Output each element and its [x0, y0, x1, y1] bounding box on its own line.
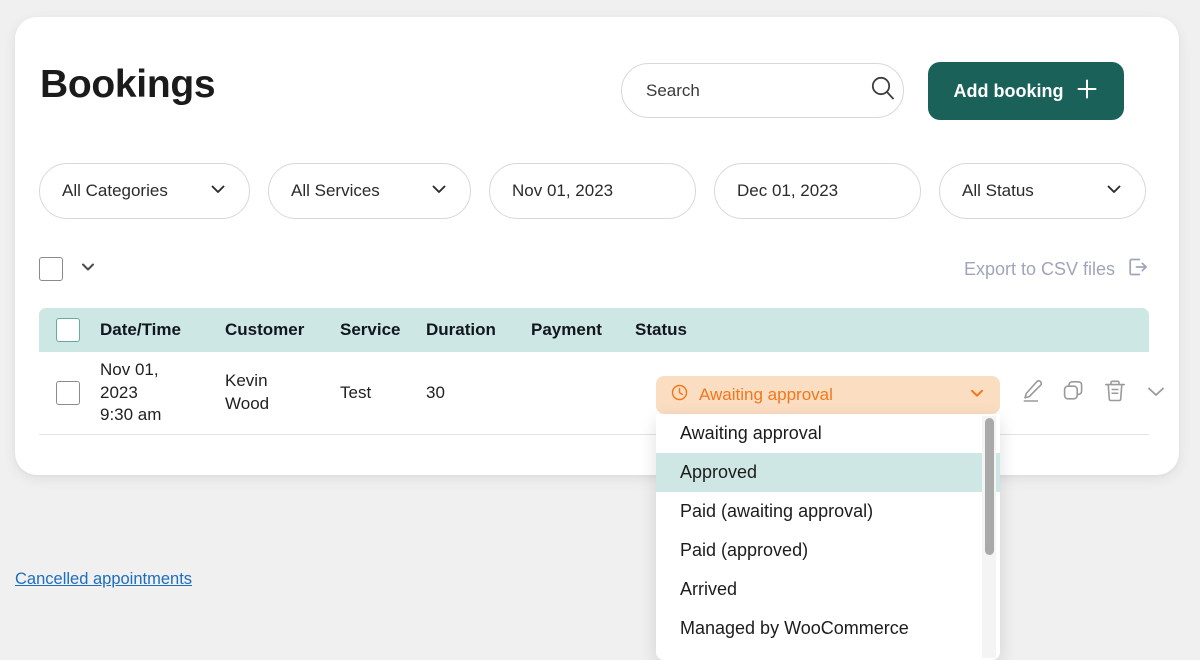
- chevron-down-icon: [209, 180, 227, 203]
- bulk-action-bar: Export to CSV files: [39, 248, 1149, 290]
- filter-bar: All Categories All Services Nov 01, 2023…: [39, 163, 1149, 219]
- cell-service: Test: [340, 382, 372, 402]
- filter-all-services[interactable]: All Services: [268, 163, 471, 219]
- cell-date-line-3: 9:30 am: [100, 405, 162, 425]
- export-to-csv-button[interactable]: Export to CSV files: [964, 256, 1149, 283]
- filter-all-status[interactable]: All Status: [939, 163, 1146, 219]
- column-header-duration[interactable]: Duration: [426, 320, 531, 340]
- duplicate-icon[interactable]: [1061, 378, 1087, 409]
- cell-date-time: Nov 01, 2023 9:30 am: [100, 359, 225, 427]
- dropdown-scrollbar-thumb[interactable]: [985, 418, 994, 555]
- select-all-rows-checkbox[interactable]: [56, 318, 80, 342]
- cell-customer-last-name: Wood: [225, 394, 270, 413]
- filter-all-services-label: All Services: [291, 181, 380, 200]
- row-actions: [1020, 378, 1169, 409]
- status-option-approved[interactable]: Approved: [656, 453, 1000, 492]
- search-icon: [869, 74, 897, 107]
- status-option-arrived[interactable]: Arrived: [656, 570, 1000, 609]
- plus-icon: [1076, 78, 1098, 105]
- cell-duration: 30: [426, 382, 445, 402]
- cell-date-line-1: Nov 01,: [100, 360, 159, 380]
- filter-all-status-label: All Status: [962, 181, 1034, 200]
- table-header-checkbox-cell: [39, 318, 100, 342]
- search-box[interactable]: [621, 63, 904, 118]
- chevron-down-icon: [430, 180, 448, 203]
- status-option-paid-approved[interactable]: Paid (approved): [656, 531, 1000, 570]
- export-icon: [1127, 256, 1149, 283]
- filter-all-categories[interactable]: All Categories: [39, 163, 250, 219]
- add-booking-button[interactable]: Add booking: [928, 62, 1124, 120]
- chevron-down-icon: [968, 384, 986, 407]
- bulk-select-all-checkbox[interactable]: [39, 257, 63, 281]
- cell-customer: Kevin Wood: [225, 370, 340, 415]
- edit-icon[interactable]: [1020, 378, 1046, 409]
- column-header-date-time[interactable]: Date/Time: [100, 320, 225, 340]
- clock-icon: [671, 384, 688, 406]
- column-header-customer[interactable]: Customer: [225, 320, 340, 340]
- cell-customer-first-name: Kevin: [225, 371, 268, 391]
- cancelled-appointments-link[interactable]: Cancelled appointments: [15, 570, 192, 589]
- page-title: Bookings: [40, 63, 216, 106]
- bulk-actions-chevron-down-icon[interactable]: [79, 258, 97, 281]
- row-checkbox-cell: [39, 381, 100, 405]
- export-to-csv-label: Export to CSV files: [963, 258, 1115, 279]
- expand-icon[interactable]: [1143, 378, 1169, 409]
- status-dropdown-menu[interactable]: Awaiting approval Approved Paid (awaitin…: [656, 414, 1000, 660]
- search-input[interactable]: [644, 79, 869, 102]
- add-booking-label: Add booking: [953, 80, 1064, 101]
- chevron-down-icon: [1105, 180, 1123, 203]
- filter-all-categories-label: All Categories: [62, 181, 168, 200]
- status-select-value: Awaiting approval: [699, 385, 833, 404]
- row-select-checkbox[interactable]: [56, 381, 80, 405]
- status-option-awaiting-approval[interactable]: Awaiting approval: [656, 414, 1000, 453]
- delete-icon[interactable]: [1102, 378, 1128, 409]
- column-header-payment[interactable]: Payment: [531, 320, 635, 340]
- column-header-service[interactable]: Service: [340, 320, 426, 340]
- filter-date-from[interactable]: Nov 01, 2023: [489, 163, 696, 219]
- status-select-trigger[interactable]: Awaiting approval: [656, 376, 1000, 414]
- status-option-managed-by-woocommerce[interactable]: Managed by WooCommerce: [656, 609, 1000, 648]
- status-option-paid-awaiting-approval[interactable]: Paid (awaiting approval): [656, 492, 1000, 531]
- column-header-status[interactable]: Status: [635, 320, 835, 340]
- filter-date-to-label: Dec 01, 2023: [737, 181, 839, 200]
- table-header: Date/Time Customer Service Duration Paym…: [39, 308, 1149, 352]
- filter-date-to[interactable]: Dec 01, 2023: [714, 163, 921, 219]
- filter-date-from-label: Nov 01, 2023: [512, 181, 614, 200]
- cell-date-line-2: 2023: [100, 382, 138, 402]
